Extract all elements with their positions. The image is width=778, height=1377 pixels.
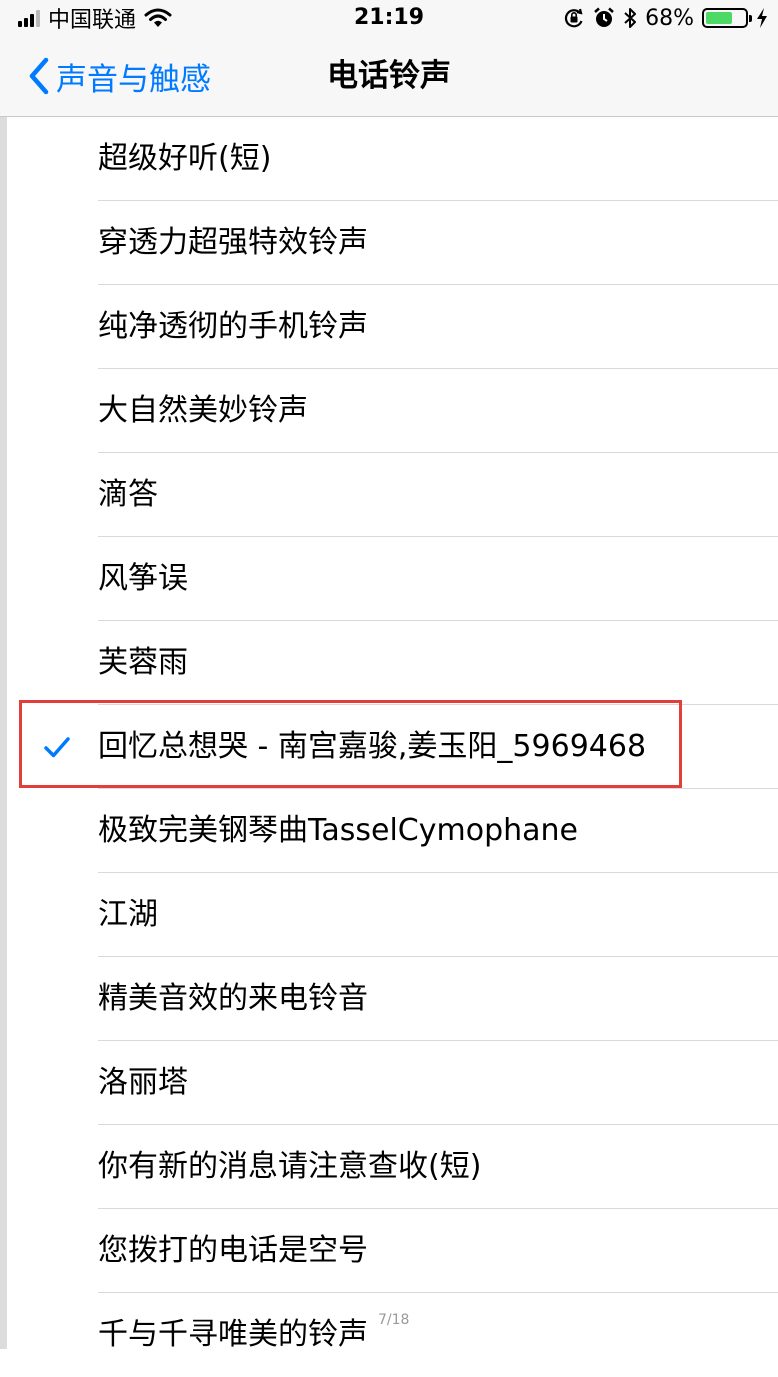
ringtone-label: 洛丽塔: [98, 1065, 188, 1100]
ringtone-row[interactable]: 纯净透彻的手机铃声: [7, 285, 778, 369]
ringtone-row[interactable]: 回忆总想哭 - 南宫嘉骏,姜玉阳_5969468: [7, 705, 778, 789]
ringtone-row[interactable]: 江湖: [7, 873, 778, 957]
ringtone-label: 您拨打的电话是空号: [98, 1233, 368, 1268]
alarm-icon: [594, 7, 614, 27]
orientation-lock-icon: [565, 8, 583, 28]
ringtone-label: 芙蓉雨: [98, 645, 188, 680]
ringtone-label: 千与千寻唯美的铃声: [98, 1317, 368, 1352]
battery-fill: [706, 12, 732, 24]
ringtone-label: 超级好听(短): [98, 141, 272, 176]
left-edge: [0, 0, 7, 1349]
status-right: 68%: [563, 0, 768, 36]
checkmark-icon: [44, 737, 70, 758]
ringtone-row[interactable]: 超级好听(短): [7, 117, 778, 201]
ringtone-row[interactable]: 风筝误: [7, 537, 778, 621]
ringtone-row[interactable]: 滴答: [7, 453, 778, 537]
status-bar: 中国联通 21:19 68%: [0, 0, 778, 36]
ringtone-label: 回忆总想哭 - 南宫嘉骏,姜玉阳_5969468: [98, 729, 647, 764]
charging-icon: [757, 8, 767, 28]
ringtone-row[interactable]: 您拨打的电话是空号: [7, 1209, 778, 1293]
battery-icon: [702, 8, 752, 28]
ringtone-label: 极致完美钢琴曲TasselCymophane: [98, 813, 578, 848]
ringtone-label: 风筝误: [98, 561, 188, 596]
ringtone-row[interactable]: 大自然美妙铃声: [7, 369, 778, 453]
ringtone-row[interactable]: 穿透力超强特效铃声: [7, 201, 778, 285]
ringtone-label: 大自然美妙铃声: [98, 393, 308, 428]
ringtone-label: 纯净透彻的手机铃声: [98, 309, 368, 344]
ringtone-label: 精美音效的来电铃音: [98, 981, 368, 1016]
nav-bar: 声音与触感 电话铃声: [0, 36, 778, 117]
page-indicator: 7/18: [378, 1312, 410, 1328]
ringtone-label: 江湖: [98, 897, 158, 932]
ringtone-list: 超级好听(短) 穿透力超强特效铃声 纯净透彻的手机铃声 大自然美妙铃声 滴答风筝误芙蓉雨…: [7, 117, 778, 1377]
ringtone-label: 你有新的消息请注意查收(短): [98, 1149, 482, 1184]
ringtone-row[interactable]: 你有新的消息请注意查收(短): [7, 1125, 778, 1209]
ringtone-row[interactable]: 千与千寻唯美的铃声: [7, 1293, 778, 1377]
ringtone-row[interactable]: 极致完美钢琴曲TasselCymophane: [7, 789, 778, 873]
battery-percent: 68%: [645, 5, 694, 31]
page-title: 电话铃声: [327, 58, 451, 94]
ringtone-label: 滴答: [98, 477, 158, 512]
ringtone-row[interactable]: 洛丽塔: [7, 1041, 778, 1125]
bluetooth-icon: [624, 8, 637, 28]
ringtone-label: 穿透力超强特效铃声: [98, 225, 368, 260]
ringtone-row[interactable]: 精美音效的来电铃音: [7, 957, 778, 1041]
ringtone-row[interactable]: 芙蓉雨: [7, 621, 778, 705]
